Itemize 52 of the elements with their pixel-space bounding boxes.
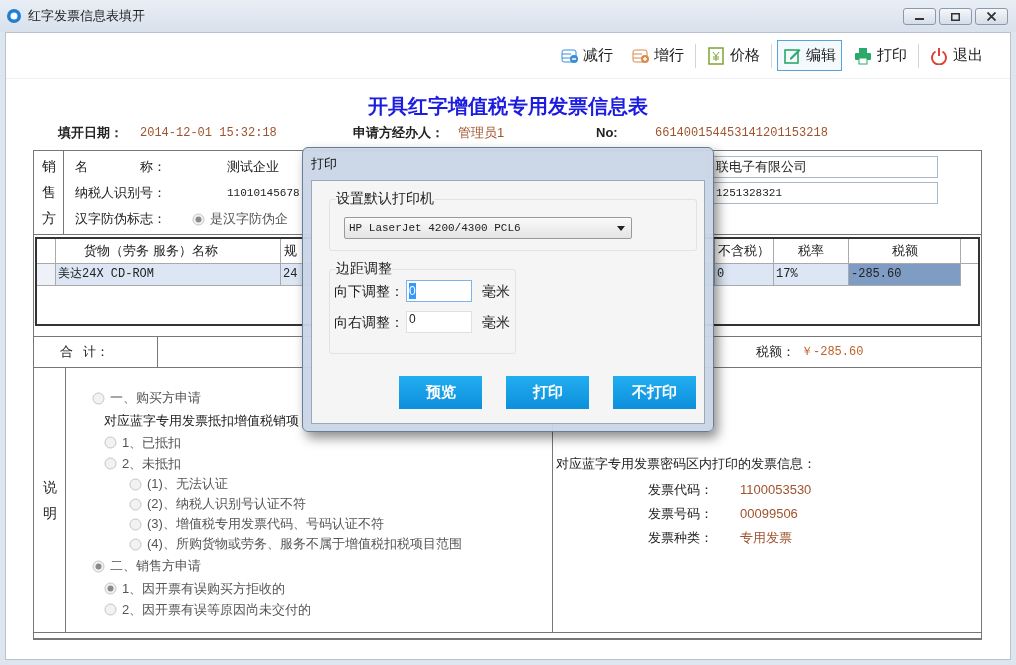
field-label: 汉字防伪标志： xyxy=(75,210,167,229)
radio-label: 二、销售方申请 xyxy=(110,557,201,576)
total-tax-value: ￥-285.60 xyxy=(801,344,864,362)
group-label: 边距调整 xyxy=(336,259,392,277)
field-label: 税额： xyxy=(756,343,796,362)
field-label: 纳税人识别号： xyxy=(75,184,167,203)
radio-label: (4)、所购货物或劳务、服务不属于增值税扣税项目范围 xyxy=(147,535,462,554)
table-cell: 美达24X CD-ROM xyxy=(56,263,281,285)
section-note: 对应蓝字专用发票抵扣增值税销项 xyxy=(103,412,300,431)
field-value: 管理员1 xyxy=(458,124,505,143)
radio-label: 1、因开票有误购买方拒收的 xyxy=(122,579,286,598)
group-label: 设置默认打印机 xyxy=(336,189,434,207)
unit-label: 毫米 xyxy=(482,281,510,301)
field-label: 名 称： xyxy=(75,158,167,177)
field-label: 发票号码： xyxy=(648,505,714,524)
table-cell: -285.60 xyxy=(849,263,961,285)
section-label: 说明 xyxy=(42,478,57,524)
field-value: 00099506 xyxy=(740,505,798,524)
unit-label: 毫米 xyxy=(482,312,510,332)
field-label: No: xyxy=(596,124,619,143)
radio-label: (3)、增值税专用发票代码、号码认证不符 xyxy=(147,515,384,534)
dialog-title: 打印 xyxy=(311,155,337,174)
field-label: 申请方经办人： xyxy=(353,124,445,143)
form-title: 开具红字增值税专用发票信息表 xyxy=(367,94,649,119)
column-header: 税额 xyxy=(849,238,961,263)
section-label: 销售方 xyxy=(41,157,56,229)
table-cell: 0 xyxy=(715,263,774,285)
field-label: 发票代码： xyxy=(648,481,714,500)
field-label: 向右调整： xyxy=(334,312,405,332)
radio-label: 1、已抵扣 xyxy=(122,433,182,452)
radio-label: 2、因开票有误等原因尚未交付的 xyxy=(122,600,312,619)
radio-label: 2、未抵扣 xyxy=(122,454,182,473)
window-title: 红字发票信息表填开 xyxy=(28,7,145,26)
column-header: 不含税） xyxy=(715,238,774,263)
field-value: 661400154453141201153218 xyxy=(655,125,828,142)
radio-label: 一、购买方申请 xyxy=(110,389,201,408)
field-value: 专用发票 xyxy=(740,529,792,548)
radio-label: (2)、纳税人识别号认证不符 xyxy=(147,495,306,514)
field-label: 向下调整： xyxy=(334,281,405,301)
section-title: 对应蓝字专用发票密码区内打印的发票信息： xyxy=(556,455,817,474)
field-value: 11010145678 xyxy=(227,185,300,201)
column-header: 货物（劳务 服务）名称 xyxy=(56,238,281,263)
field-value: 2014-12-01 15:32:18 xyxy=(140,125,277,142)
column-header: 税率 xyxy=(774,238,849,263)
field-label: 发票种类： xyxy=(648,529,714,548)
field-value: 1100053530 xyxy=(740,481,812,500)
field-label: 填开日期： xyxy=(58,124,124,143)
field-value: 测试企业 xyxy=(227,158,279,177)
table-cell: 17% xyxy=(774,263,849,285)
total-label: 合 计： xyxy=(34,337,158,368)
radio-label: 是汉字防伪企 xyxy=(210,210,288,229)
radio-label: (1)、无法认证 xyxy=(147,475,228,494)
